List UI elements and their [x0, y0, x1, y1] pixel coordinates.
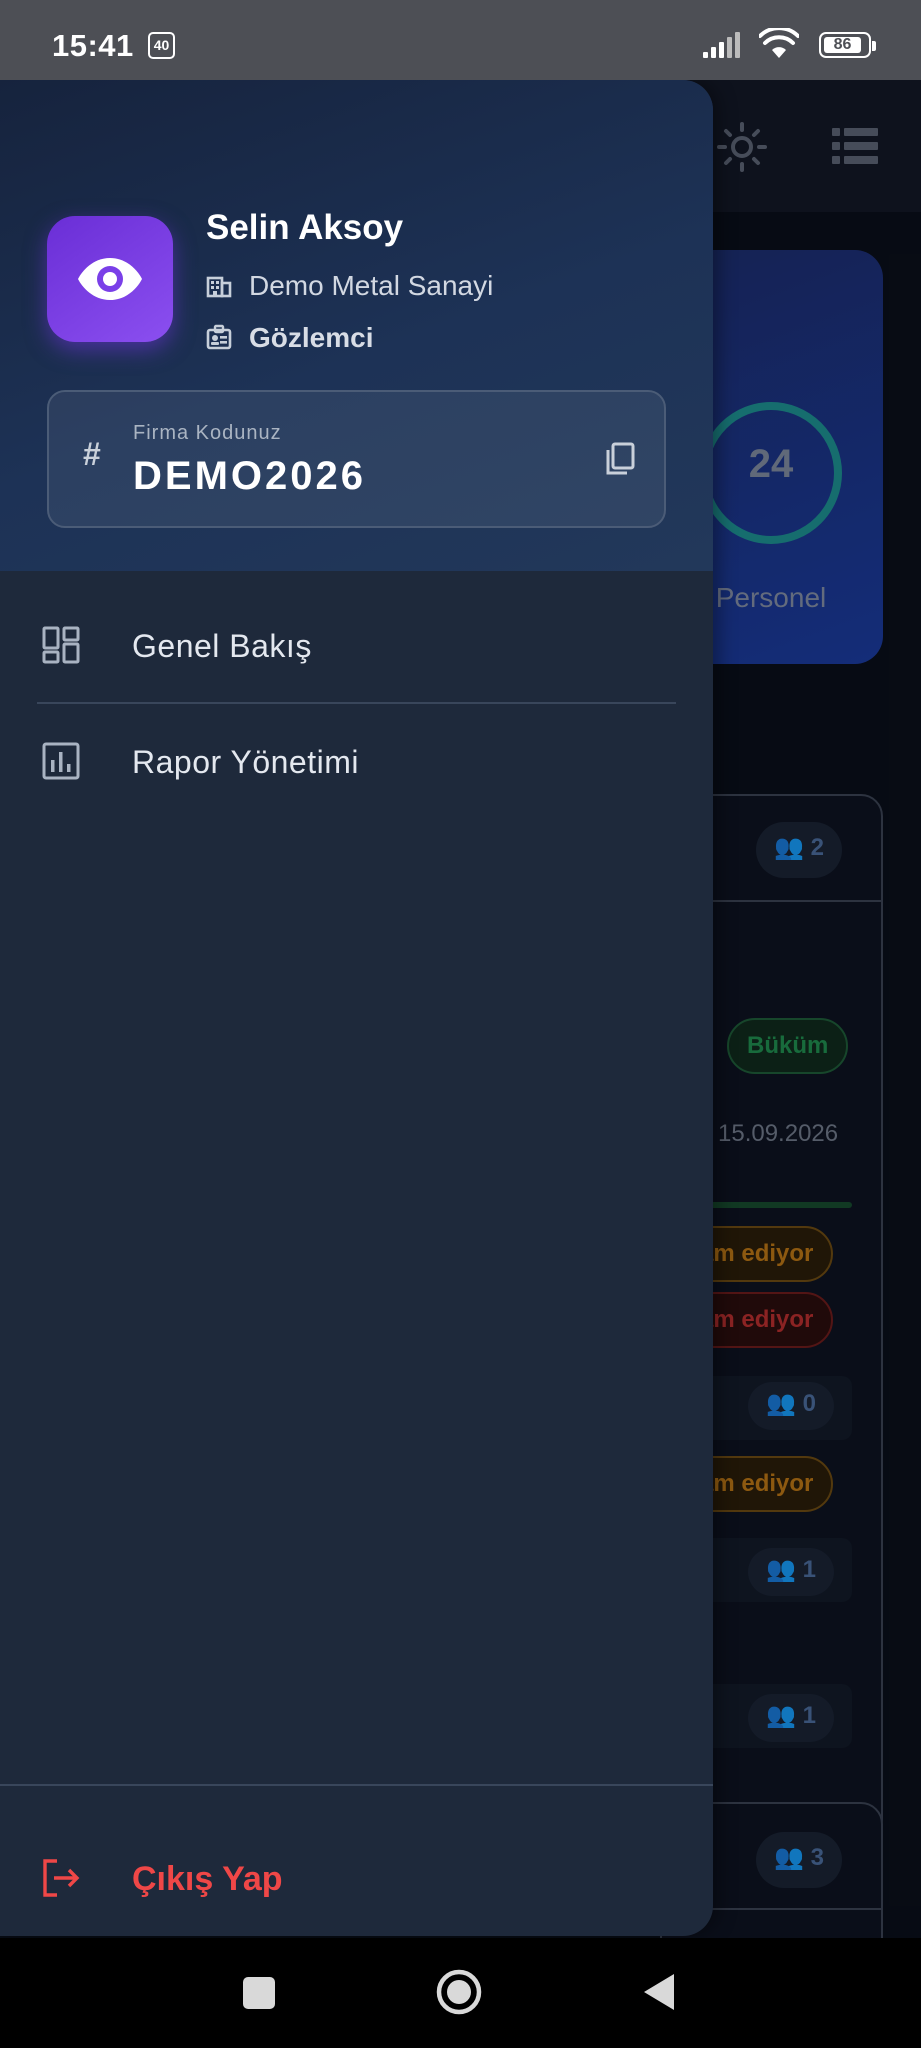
- company-code-box: # Firma Kodunuz DEMO2026: [47, 390, 666, 528]
- battery-icon: 86: [819, 32, 876, 58]
- status-icons: 86: [701, 26, 876, 62]
- status-bar: 15:41 40 86: [0, 0, 921, 80]
- footer-divider: [0, 1784, 713, 1786]
- eye-icon: [78, 258, 142, 300]
- building-icon: [206, 276, 232, 298]
- company-code-label: Firma Kodunuz: [133, 422, 282, 444]
- user-role: Gözlemci: [249, 322, 374, 353]
- dashboard-icon: [42, 626, 80, 664]
- wifi-icon: [759, 28, 799, 58]
- logout-label: Çıkış Yap: [132, 1860, 283, 1898]
- home-button-icon[interactable]: [435, 1968, 483, 2016]
- menu-item-label: Rapor Yönetimi: [132, 744, 359, 780]
- badge-icon: [206, 324, 232, 350]
- navigation-drawer: Selin Aksoy Demo Metal Sanayi Gözlemci #…: [0, 80, 713, 1936]
- back-button-icon[interactable]: [642, 1972, 676, 2012]
- bar-chart-icon: [42, 742, 80, 780]
- company-name: Demo Metal Sanayi: [249, 270, 494, 301]
- recents-button-icon[interactable]: [242, 1976, 276, 2010]
- menu-divider: [37, 702, 676, 704]
- copy-icon[interactable]: [605, 442, 635, 476]
- company-code-value: DEMO2026: [133, 454, 366, 498]
- app-screen: 15:41 40 86 24 Personel 👥 2 Büküm 15.09.…: [0, 0, 921, 2048]
- user-name: Selin Aksoy: [206, 208, 404, 247]
- drawer-header: Selin Aksoy Demo Metal Sanayi Gözlemci #…: [0, 80, 713, 571]
- hash-icon: #: [83, 436, 101, 472]
- logout-button[interactable]: Çıkış Yap: [0, 1840, 713, 1920]
- notification-count-badge: 40: [148, 32, 175, 59]
- avatar: [47, 216, 173, 342]
- signal-icon: [703, 32, 740, 58]
- status-time: 15:41: [52, 28, 134, 63]
- system-navigation-bar: [0, 1938, 921, 2048]
- battery-level: 86: [824, 37, 861, 53]
- menu-item-report-management[interactable]: Rapor Yönetimi: [0, 710, 713, 814]
- menu-item-overview[interactable]: Genel Bakış: [0, 594, 713, 698]
- menu-item-label: Genel Bakış: [132, 628, 312, 664]
- logout-icon: [43, 1859, 80, 1897]
